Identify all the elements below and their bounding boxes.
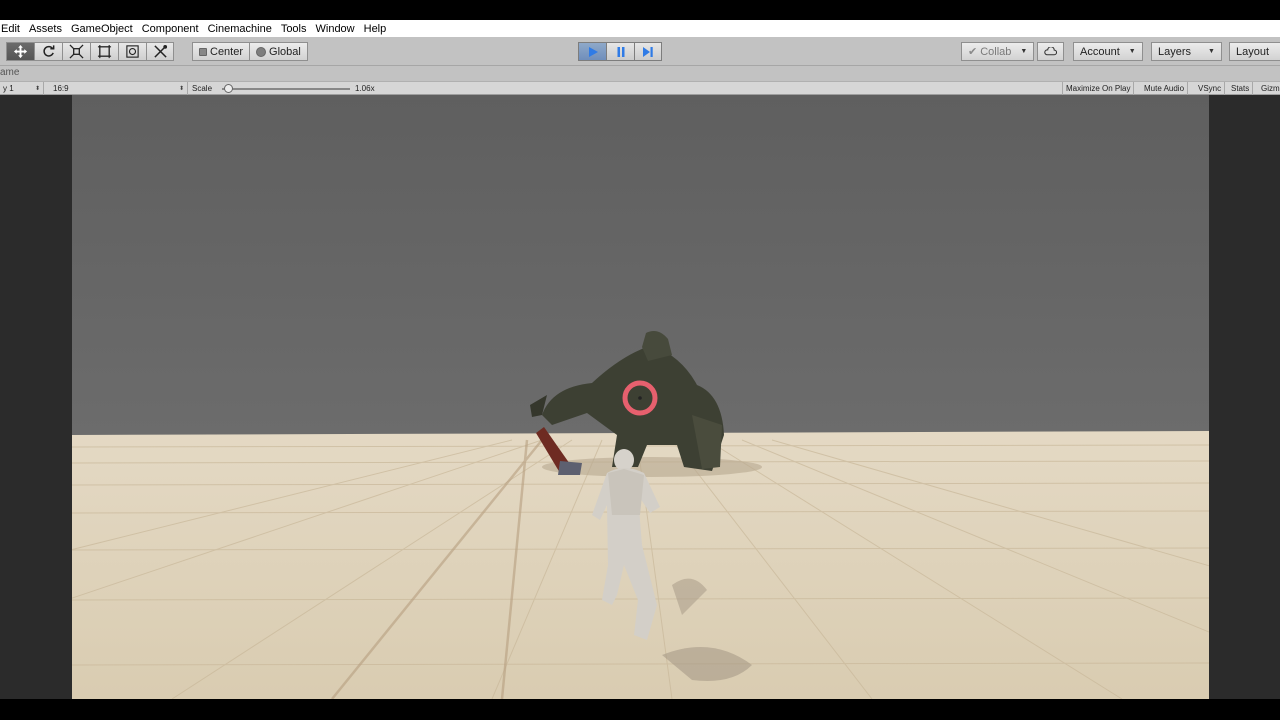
pivot-global-button[interactable]: Global — [249, 42, 308, 61]
menu-component[interactable]: Component — [138, 23, 204, 35]
transform-icon — [126, 45, 139, 58]
transform-tools — [6, 42, 174, 61]
account-dropdown[interactable]: Account ▼ — [1073, 42, 1143, 61]
pause-icon — [617, 46, 624, 57]
rect-tool-button[interactable] — [90, 42, 118, 61]
menu-help[interactable]: Help — [360, 23, 392, 35]
layout-group: Layout — [1229, 42, 1280, 61]
menu-assets[interactable]: Assets — [25, 23, 67, 35]
scale-label: Scale — [192, 84, 213, 93]
stats-toggle[interactable]: Stats — [1228, 82, 1254, 95]
collab-label: Collab — [980, 45, 1012, 58]
scale-value: 1.06x — [355, 84, 375, 93]
game-scene — [72, 95, 1209, 699]
scale-icon — [69, 44, 84, 59]
account-label: Account — [1080, 45, 1120, 58]
scale-value-cell: 1.06x — [352, 82, 378, 95]
display-dropdown[interactable]: y 1 ⬍ — [0, 82, 44, 95]
gizmos-label: Gizm — [1261, 84, 1280, 93]
layout-dropdown[interactable]: Layout — [1229, 42, 1280, 61]
layers-group: Layers ▼ — [1151, 42, 1222, 61]
rotate-icon — [43, 45, 55, 57]
cloud-button[interactable] — [1037, 42, 1064, 61]
window-title-bar — [0, 0, 1280, 20]
display-label: y 1 — [3, 84, 14, 93]
play-controls — [578, 42, 662, 61]
scale-tool-button[interactable] — [62, 42, 90, 61]
step-button[interactable] — [634, 42, 662, 61]
gizmos-toggle[interactable]: Gizm — [1258, 82, 1280, 95]
menu-cinemachine[interactable]: Cinemachine — [204, 23, 277, 35]
layout-label: Layout — [1236, 45, 1270, 58]
mute-audio-toggle[interactable]: Mute Audio — [1141, 82, 1189, 95]
pivot-center-button[interactable]: Center — [192, 42, 250, 61]
pivot-icon — [199, 47, 207, 56]
aspect-dropdown[interactable]: 16:9 ⬍ — [48, 82, 188, 95]
move-icon — [13, 44, 28, 59]
game-view-tab-bar: ame — [0, 66, 1280, 81]
globe-icon — [256, 46, 267, 57]
menu-bar: Edit Assets GameObject Component Cinemac… — [0, 20, 1280, 37]
custom-tool-button[interactable] — [146, 42, 174, 61]
account-group: Account ▼ — [1073, 42, 1143, 61]
pivot-center-label: Center — [210, 45, 244, 58]
move-tool-button[interactable] — [6, 42, 34, 61]
updown-icon: ⬍ — [34, 86, 40, 92]
menu-edit[interactable]: Edit — [0, 23, 25, 35]
rect-icon — [97, 44, 112, 59]
vsync-label: VSync — [1198, 84, 1222, 93]
mute-audio-label: Mute Audio — [1144, 84, 1185, 93]
updown-icon: ⬍ — [178, 86, 184, 92]
chevron-down-icon: ▼ — [1020, 48, 1028, 55]
stats-label: Stats — [1231, 84, 1250, 93]
pause-button[interactable] — [606, 42, 634, 61]
play-button[interactable] — [578, 42, 606, 61]
scale-slider-track[interactable] — [222, 88, 350, 90]
checkmark-icon: ✔ — [968, 46, 978, 58]
play-icon — [588, 46, 598, 57]
transform-tool-button[interactable] — [118, 42, 146, 61]
menu-gameobject[interactable]: GameObject — [67, 23, 138, 35]
layers-dropdown[interactable]: Layers ▼ — [1151, 42, 1222, 61]
vsync-toggle[interactable]: VSync — [1195, 82, 1226, 95]
rotate-tool-button[interactable] — [34, 42, 62, 61]
chevron-down-icon: ▼ — [1208, 48, 1215, 55]
bottom-bar — [0, 699, 1280, 720]
maximize-on-play-toggle[interactable]: Maximize On Play — [1062, 82, 1135, 95]
pivot-toggles: Center Global — [192, 42, 308, 61]
chevron-down-icon: ▼ — [1128, 48, 1136, 55]
aspect-label: 16:9 — [53, 84, 69, 93]
collab-group: ✔ Collab ▼ — [961, 42, 1035, 61]
game-view-toolbar: y 1 ⬍ 16:9 ⬍ Scale 1.06x Maximize On Pla… — [0, 81, 1280, 95]
game-viewport[interactable] — [72, 95, 1209, 699]
menu-window[interactable]: Window — [312, 23, 360, 35]
custom-tool-icon — [153, 44, 167, 58]
step-icon — [643, 46, 653, 57]
layers-label: Layers — [1158, 45, 1192, 58]
collab-button[interactable]: ✔ Collab ▼ — [961, 42, 1035, 61]
game-tab[interactable]: ame — [0, 67, 19, 78]
cloud-icon — [1044, 47, 1057, 56]
maximize-on-play-label: Maximize On Play — [1066, 84, 1131, 93]
pivot-global-label: Global — [269, 45, 301, 58]
cloud-group — [1037, 42, 1064, 61]
menu-tools[interactable]: Tools — [277, 23, 312, 35]
